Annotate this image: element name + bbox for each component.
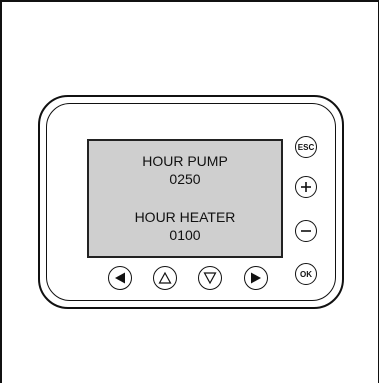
esc-label: ESC [297, 142, 315, 152]
left-arrow-icon [115, 272, 125, 284]
minus-button[interactable] [295, 220, 317, 242]
ok-button[interactable]: OK [295, 263, 317, 285]
ok-label: OK [300, 269, 312, 279]
minus-icon [301, 230, 311, 232]
down-button[interactable] [198, 266, 222, 290]
left-button[interactable] [108, 266, 132, 290]
display-value-heater: 0100 [169, 227, 201, 243]
right-button[interactable] [244, 266, 268, 290]
lcd-display: HOUR PUMP 0250 HOUR HEATER 0100 [87, 139, 283, 258]
plus-button[interactable] [295, 176, 317, 198]
display-value-pump: 0250 [169, 171, 201, 187]
down-arrow-icon [203, 272, 217, 285]
up-button[interactable] [153, 266, 177, 290]
up-arrow-icon [158, 271, 172, 284]
display-label-pump: HOUR PUMP [142, 153, 228, 169]
display-label-heater: HOUR HEATER [134, 209, 236, 225]
right-arrow-icon [251, 272, 261, 284]
esc-button[interactable]: ESC [295, 136, 317, 158]
plus-icon [301, 182, 311, 192]
